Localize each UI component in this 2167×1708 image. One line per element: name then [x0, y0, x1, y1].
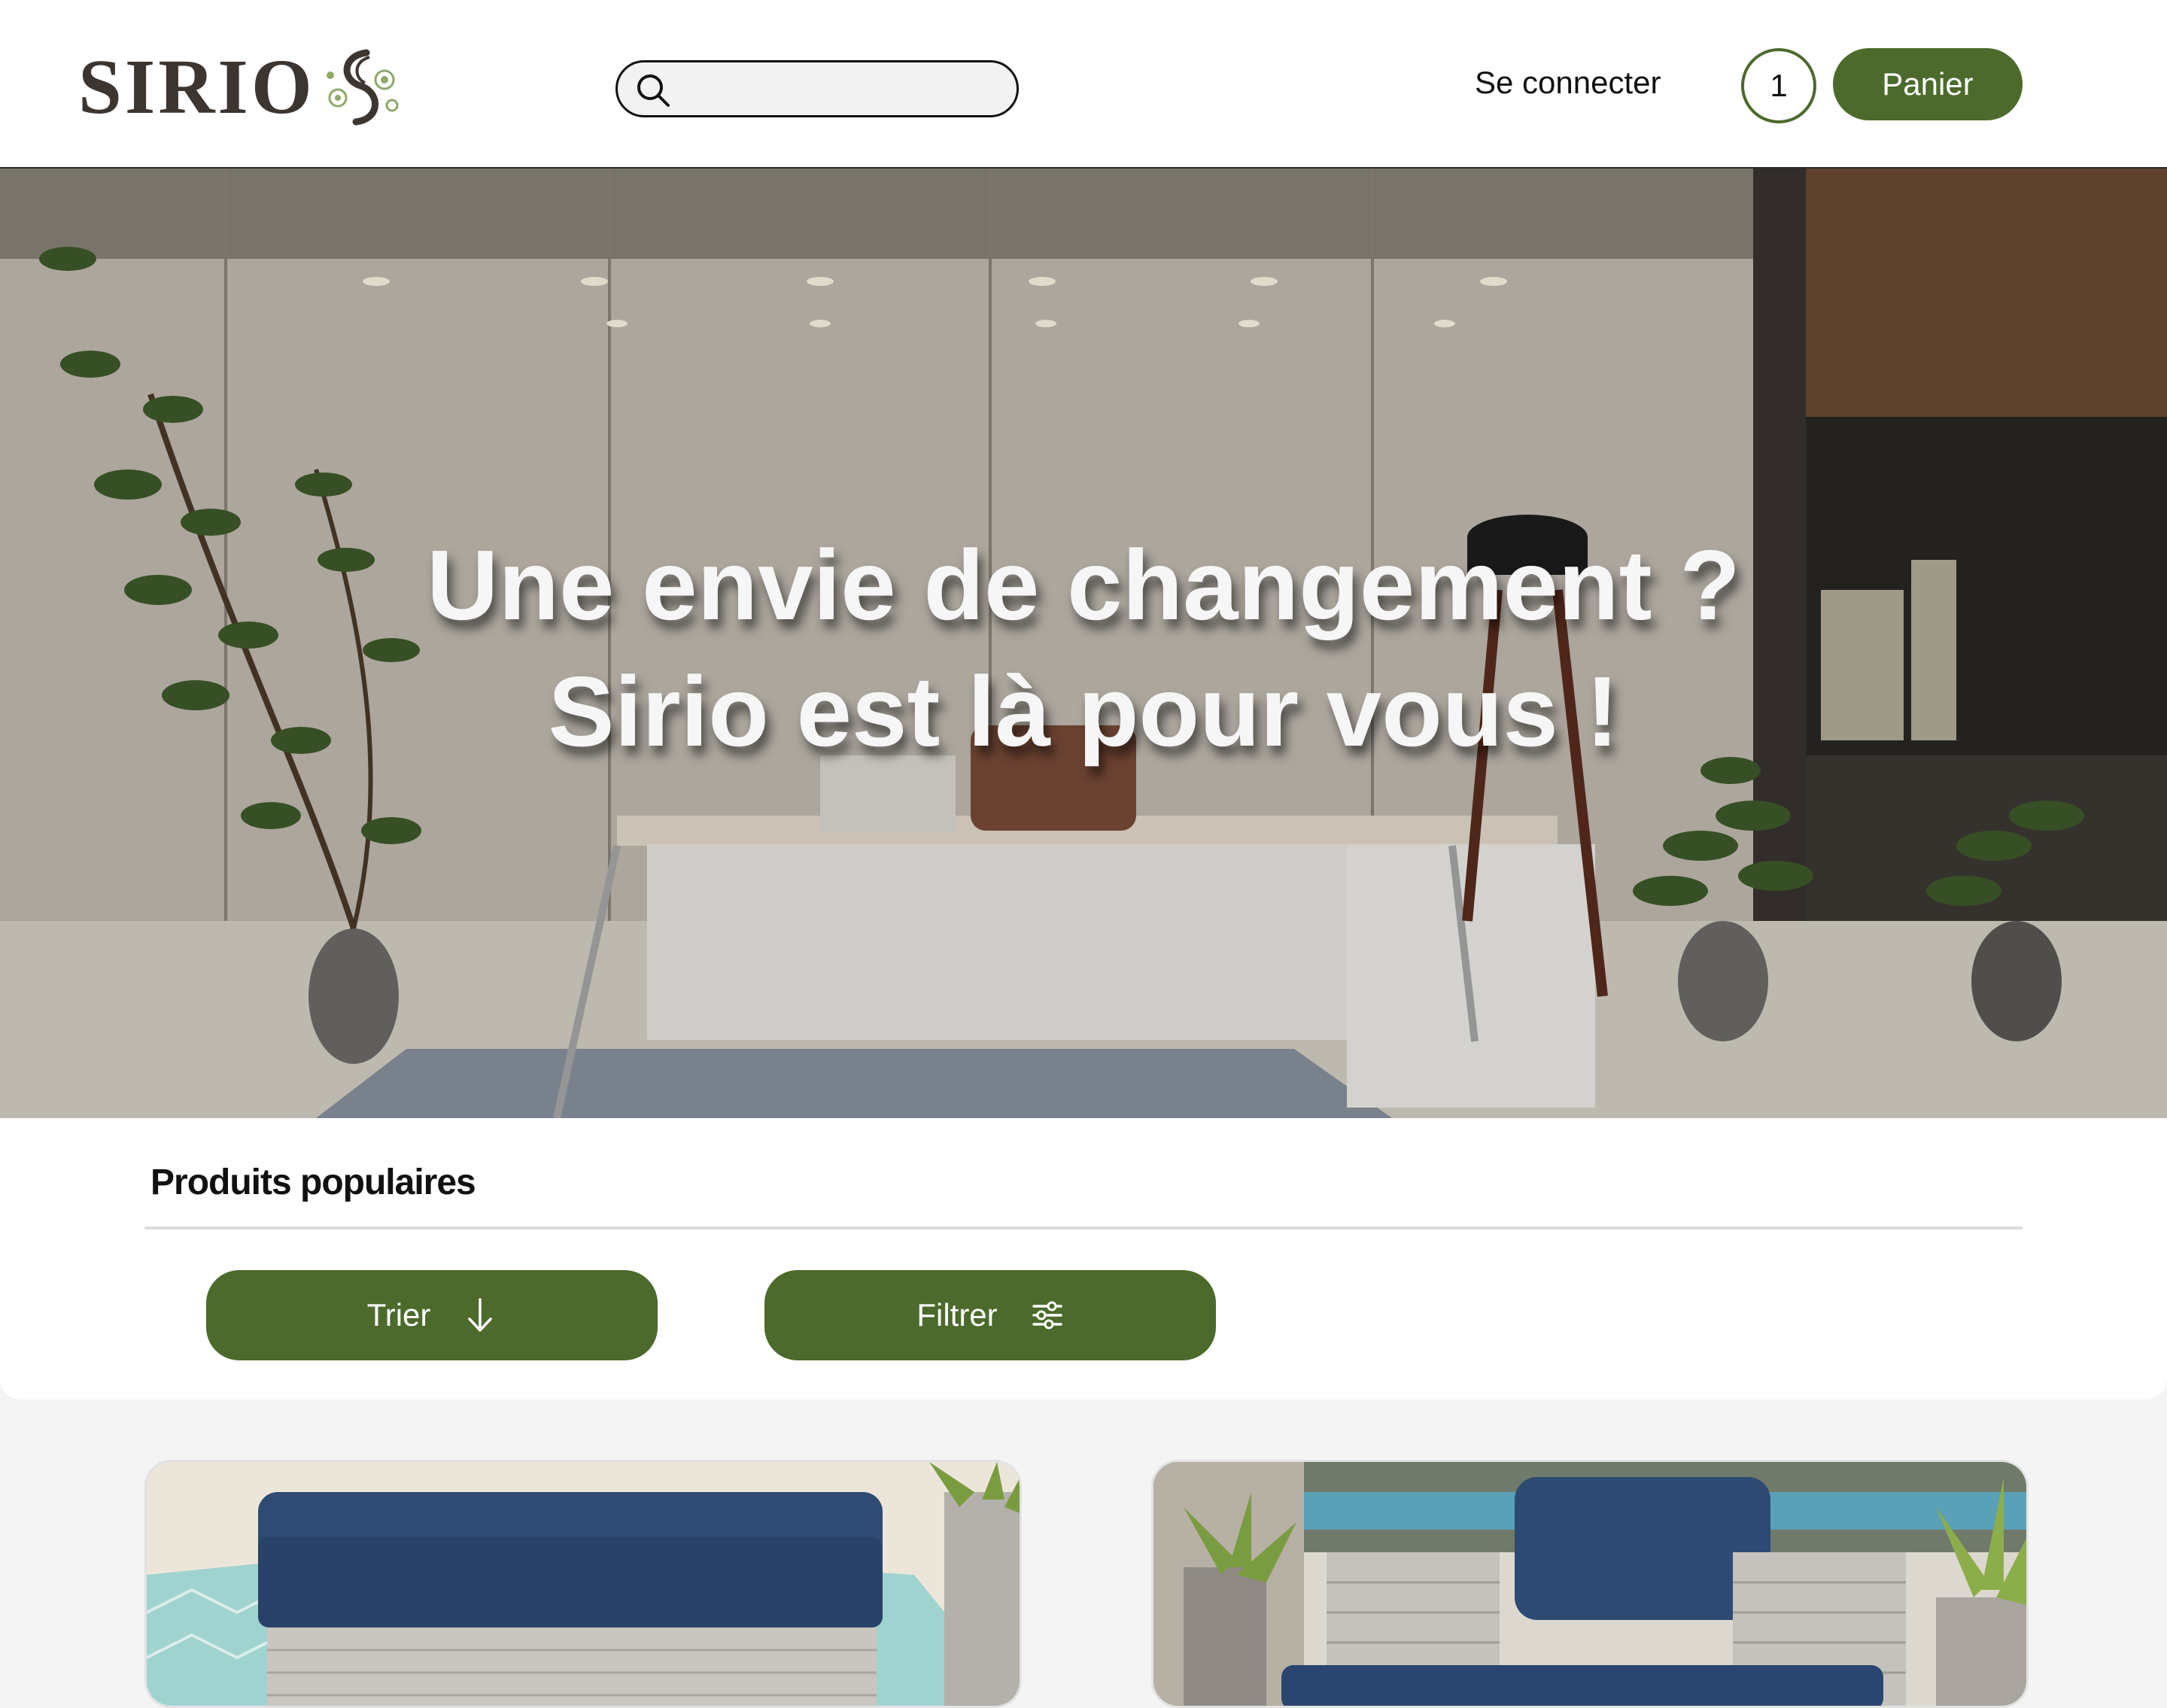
arrow-down-icon — [468, 1298, 493, 1332]
product-card[interactable] — [1151, 1460, 2029, 1708]
logo-text: SIRIO — [78, 44, 315, 130]
sort-label: Trier — [366, 1297, 431, 1333]
hero-title-line-2: Sirio est là pour vous ! — [548, 656, 1619, 767]
login-link[interactable]: Se connecter — [1475, 60, 1661, 105]
product-image-armchair — [1153, 1462, 2026, 1706]
filter-button[interactable]: Filtrer — [764, 1270, 1216, 1360]
section-title: Produits populaires — [150, 1162, 476, 1202]
search-icon[interactable] — [634, 71, 672, 109]
hero-title-line-1: Une envie de changement ? — [427, 530, 1740, 640]
hero-banner: Une envie de changement ? Sirio est là p… — [0, 169, 2167, 1118]
product-image-ottoman — [147, 1462, 1020, 1706]
cart-count-badge[interactable]: 1 — [1741, 48, 1816, 123]
logo-ornament-icon — [326, 49, 399, 126]
sirio-logo[interactable]: SIRIO — [78, 47, 424, 128]
sliders-icon — [1032, 1301, 1062, 1330]
cart-button[interactable]: Panier — [1833, 48, 2023, 120]
popular-products-section: Produits populaires Trier Filtrer — [0, 1118, 2167, 1400]
site-header: SIRIO Se connecter 1 Panier — [0, 0, 2167, 169]
search-bar[interactable] — [615, 60, 1019, 117]
sort-button[interactable]: Trier — [206, 1270, 658, 1360]
section-divider — [144, 1226, 2023, 1229]
hero-title: Une envie de changement ? Sirio est là p… — [0, 522, 2167, 775]
product-card[interactable] — [144, 1460, 1022, 1708]
filter-label: Filtrer — [916, 1297, 998, 1333]
search-input[interactable] — [685, 70, 1004, 109]
